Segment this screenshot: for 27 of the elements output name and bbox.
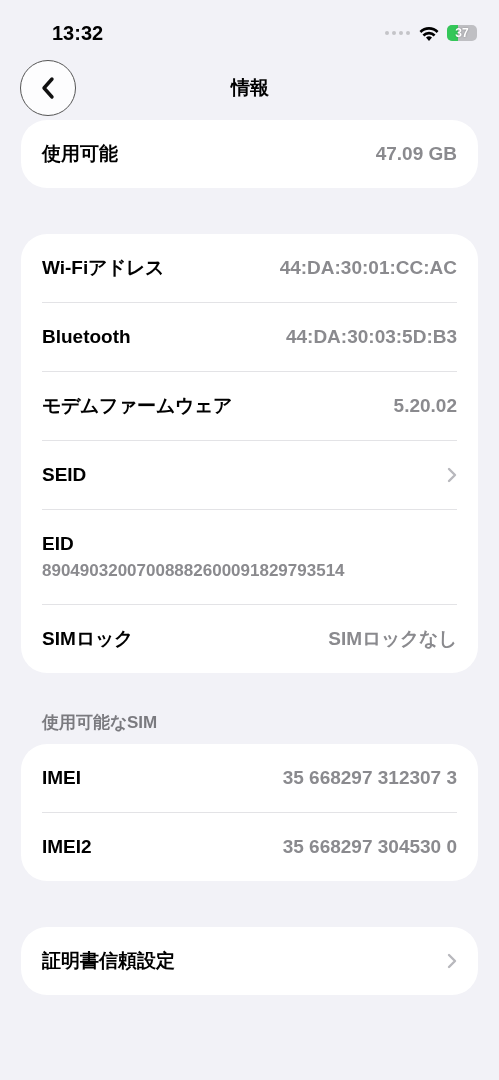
chevron-right-icon bbox=[447, 467, 457, 483]
chevron-left-icon bbox=[40, 76, 56, 100]
row-value: 89049032007008882600091829793514 bbox=[42, 561, 346, 581]
wifi-icon bbox=[419, 25, 439, 41]
row-label: Bluetooth bbox=[42, 326, 131, 348]
row-label: IMEI bbox=[42, 767, 82, 789]
row-label[interactable]: SEID bbox=[42, 464, 87, 486]
row-label[interactable]: 証明書信頼設定 bbox=[42, 948, 175, 974]
row-label: IMEI2 bbox=[42, 836, 92, 858]
row-value: 44:DA:30:03:5D:B3 bbox=[285, 326, 457, 348]
row-label: SIMロック bbox=[42, 627, 133, 651]
row-value: 47.09 GB bbox=[375, 143, 457, 165]
row-value: 44:DA:30:01:CC:AC bbox=[279, 257, 457, 279]
row-value: 5.20.02 bbox=[393, 395, 457, 417]
signal-dots-icon bbox=[385, 31, 411, 35]
row-label: EID bbox=[42, 533, 75, 555]
section-header: 使用可能なSIM bbox=[42, 712, 159, 734]
page-title: 情報 bbox=[230, 76, 269, 100]
chevron-right-icon bbox=[447, 953, 457, 969]
status-time: 13:32 bbox=[52, 21, 104, 45]
row-value: 35 668297 312307 3 bbox=[282, 767, 457, 789]
row-label: Wi-Fiアドレス bbox=[42, 256, 165, 280]
row-label: 使用可能 bbox=[42, 142, 118, 166]
back-button[interactable] bbox=[20, 60, 76, 116]
row-value: SIMロックなし bbox=[328, 627, 457, 651]
row-value: 35 668297 304530 0 bbox=[282, 836, 457, 858]
row-label: モデムファームウェア bbox=[42, 394, 232, 418]
